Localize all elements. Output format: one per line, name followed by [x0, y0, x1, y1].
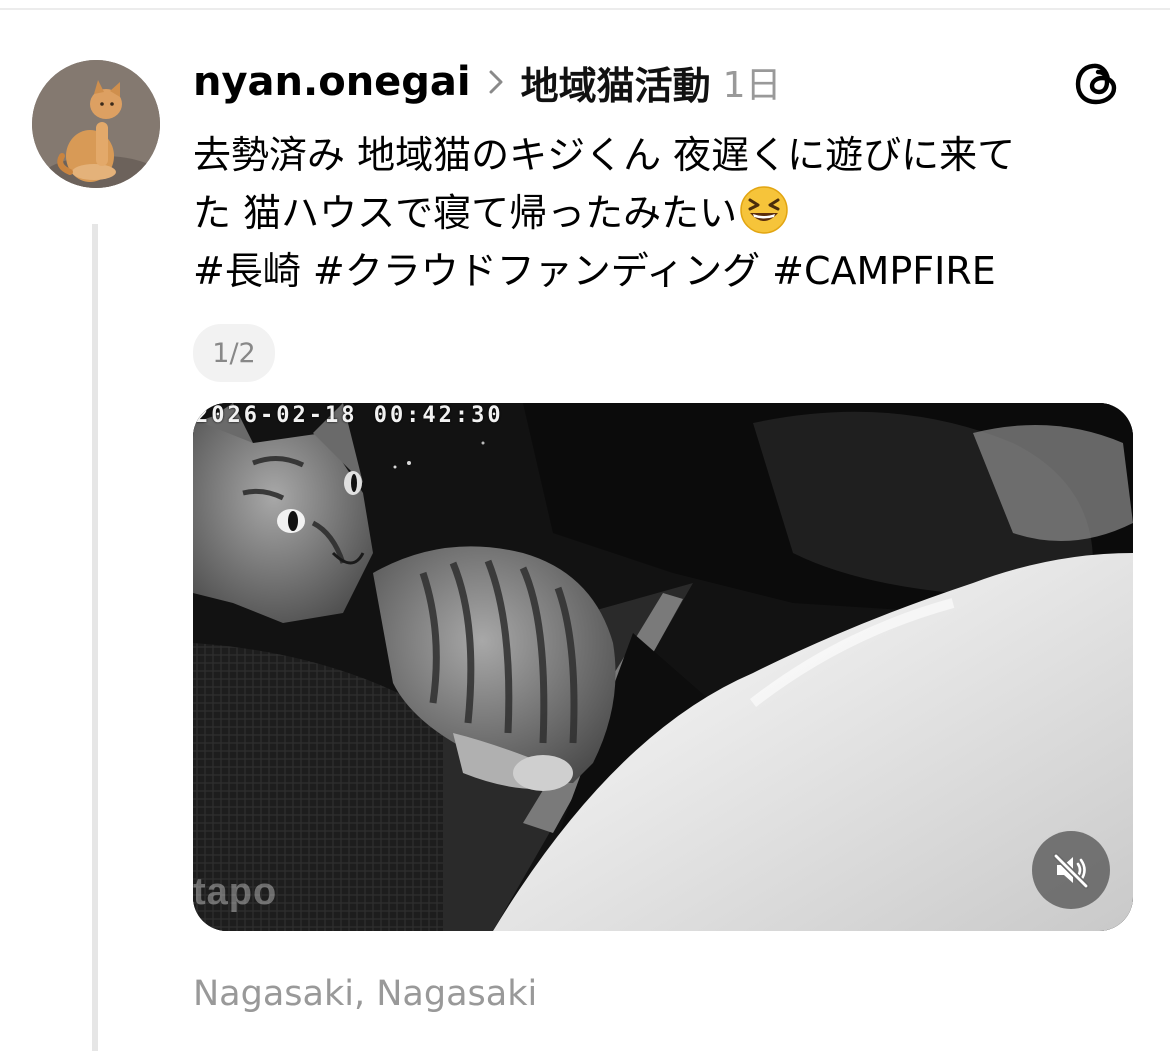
thread-line — [92, 224, 98, 1051]
video-player[interactable]: 2026-02-18 00:42:30 tapo — [193, 403, 1133, 931]
caption-line-2: た 猫ハウスで寝て帰ったみたい — [193, 191, 738, 235]
media-counter: 1/2 — [193, 324, 275, 382]
hashtags[interactable]: #長崎 #クラウドファンディング #CAMPFIRE — [193, 242, 1133, 300]
orange-cat-photo — [32, 60, 160, 188]
chevron-right-icon — [489, 70, 503, 94]
avatar[interactable] — [32, 60, 160, 188]
threads-logo-icon[interactable] — [1072, 58, 1122, 108]
username[interactable]: nyan.onegai — [193, 59, 471, 105]
post-caption: 去勢済み 地域猫のキジくん 夜遅くに遊びに来て た 猫ハウスで寝て帰ったみたい … — [193, 126, 1133, 300]
top-divider — [0, 8, 1170, 10]
post-time: 1日 — [722, 65, 782, 106]
post-location[interactable]: Nagasaki, Nagasaki — [193, 974, 537, 1014]
mute-button[interactable] — [1032, 831, 1110, 909]
video-frame — [193, 403, 1133, 931]
grinning-squinting-face-emoji — [740, 186, 788, 234]
caption-line-1: 去勢済み 地域猫のキジくん 夜遅くに遊びに来て — [193, 133, 1016, 177]
post-header: nyan.onegai 地域猫活動 1日 — [193, 52, 782, 112]
topic-tag[interactable]: 地域猫活動 — [521, 55, 711, 110]
camera-watermark: tapo — [193, 871, 278, 913]
video-timestamp: 2026-02-18 00:42:30 — [195, 403, 504, 428]
speaker-muted-icon — [1053, 853, 1089, 889]
